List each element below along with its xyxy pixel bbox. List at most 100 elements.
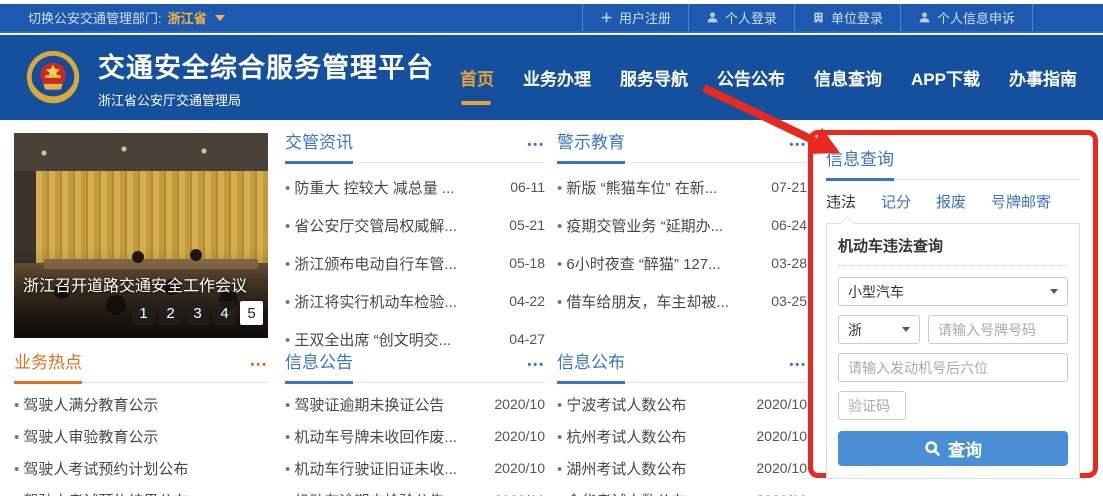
news-item[interactable]: 浙江颁布电动自行车管...05-18 bbox=[285, 244, 545, 282]
news-title[interactable]: 驾驶人考试预约结果公布 bbox=[14, 490, 188, 496]
news-item[interactable]: 驾驶人考试预约结果公布 bbox=[14, 484, 268, 496]
news-list: 防重大 控较大 减总量 ...06-11省公安厅交管局权威解...05-21浙江… bbox=[285, 168, 545, 358]
news-item[interactable]: 驾驶人考试预约计划公布 bbox=[14, 452, 268, 484]
news-title[interactable]: 驾驶人审验教育公示 bbox=[14, 426, 158, 447]
register-label: 用户注册 bbox=[619, 8, 671, 27]
section-title: 信息公告 bbox=[285, 348, 353, 373]
site-subtitle: 浙江省公安厅交通管理局 bbox=[98, 90, 434, 109]
news-date: 2020/10 bbox=[494, 396, 545, 412]
news-item[interactable]: 驾驶人审验教育公示 bbox=[14, 420, 268, 452]
news-item[interactable]: 借车给朋友，车主却被...03-25 bbox=[557, 282, 807, 320]
section-head: 业务热点 ••• bbox=[14, 348, 268, 383]
personal-login-link[interactable]: 个人登录 bbox=[688, 4, 794, 31]
query-form: 机动车违法查询 小型汽车 浙 bbox=[826, 223, 1080, 479]
query-tab[interactable]: 号牌邮寄 bbox=[991, 191, 1051, 212]
news-title[interactable]: 新版 “熊猫车位” 在新... bbox=[557, 177, 717, 198]
news-item[interactable]: 省公安厅交管局权威解...05-21 bbox=[285, 206, 545, 244]
user-icon bbox=[706, 11, 719, 24]
plate-number-input[interactable] bbox=[928, 315, 1068, 344]
main-content: 浙江召开道路交通安全工作会议 12345 交管资讯 ••• 防重大 控较大 减总… bbox=[0, 120, 1103, 496]
news-item[interactable]: 宁波考试人数公布2020/10 bbox=[557, 388, 807, 420]
nav-item[interactable]: APP下载 bbox=[911, 65, 980, 90]
news-title[interactable]: 省公安厅交管局权威解... bbox=[285, 215, 457, 236]
carousel-caption[interactable]: 浙江召开道路交通安全工作会议 bbox=[23, 272, 247, 296]
plate-prefix-select[interactable]: 浙 bbox=[838, 315, 920, 344]
more-link[interactable]: ••• bbox=[250, 359, 268, 373]
photo-ceiling bbox=[14, 133, 268, 171]
news-list: 驾驶证逾期未换证公告2020/10机动车号牌未收回作废...2020/10机动车… bbox=[285, 388, 545, 496]
news-title[interactable]: 机动车逾期未检验公告 bbox=[285, 490, 444, 496]
news-date: 06-11 bbox=[510, 179, 545, 195]
pager-dot[interactable]: 3 bbox=[186, 301, 209, 325]
news-title[interactable]: 疫期交管业务 “延期办... bbox=[557, 215, 723, 236]
news-date: 2020/10 bbox=[756, 460, 807, 476]
news-item[interactable]: 湖州考试人数公布 2020/10 bbox=[557, 452, 807, 484]
register-link[interactable]: 用户注册 bbox=[582, 4, 688, 31]
appeal-link[interactable]: 个人信息申诉 bbox=[900, 4, 1033, 31]
more-link[interactable]: ••• bbox=[789, 359, 807, 373]
news-title[interactable]: 王双全出席 “创文明交... bbox=[285, 329, 451, 350]
news-item[interactable]: 驾驶人满分教育公示 bbox=[14, 388, 268, 420]
nav-item[interactable]: 办事指南 bbox=[1009, 65, 1077, 90]
more-link[interactable]: ••• bbox=[527, 359, 545, 373]
unit-login-link[interactable]: 单位登录 bbox=[794, 4, 900, 31]
news-carousel[interactable]: 浙江召开道路交通安全工作会议 12345 bbox=[14, 133, 268, 338]
captcha-input[interactable] bbox=[838, 391, 906, 420]
query-tab[interactable]: 违法 bbox=[826, 191, 856, 212]
news-item[interactable]: 机动车逾期未检验公告 2020/10 bbox=[285, 484, 545, 496]
news-title[interactable]: 6小时夜查 “醉猫” 127... bbox=[557, 253, 721, 274]
news-title[interactable]: 金华考试人数公布 bbox=[557, 490, 686, 496]
news-item[interactable]: 机动车行驶证旧证未收...2020/10 bbox=[285, 452, 545, 484]
query-tab[interactable]: 记分 bbox=[881, 191, 911, 212]
news-item[interactable]: 疫期交管业务 “延期办... 06-24 bbox=[557, 206, 807, 244]
query-button[interactable]: 查询 bbox=[838, 431, 1068, 466]
news-item[interactable]: 杭州考试人数公布2020/10 bbox=[557, 420, 807, 452]
news-item[interactable]: 金华考试人数公布2020/10 bbox=[557, 484, 807, 496]
plate-prefix-value: 浙 bbox=[848, 320, 862, 340]
news-title[interactable]: 防重大 控较大 减总量 ... bbox=[285, 177, 454, 198]
news-item[interactable]: 防重大 控较大 减总量 ... 06-11 bbox=[285, 168, 545, 206]
nav-item[interactable]: 信息查询 bbox=[814, 65, 882, 90]
news-title[interactable]: 机动车号牌未收回作废... bbox=[285, 426, 457, 447]
info-query-panel: 信息查询 违法记分报废号牌邮寄 机动车违法查询 小型汽车 浙 bbox=[808, 130, 1098, 478]
news-title[interactable]: 湖州考试人数公布 bbox=[557, 458, 686, 479]
news-title[interactable]: 机动车行驶证旧证未收... bbox=[285, 458, 457, 479]
news-title[interactable]: 驾驶证逾期未换证公告 bbox=[285, 394, 444, 415]
news-item[interactable]: 机动车号牌未收回作废...2020/10 bbox=[285, 420, 545, 452]
news-title[interactable]: 杭州考试人数公布 bbox=[557, 426, 686, 447]
nav-item[interactable]: 首页 bbox=[460, 65, 494, 90]
pager-dot[interactable]: 5 bbox=[240, 301, 263, 325]
nav-item[interactable]: 公告公布 bbox=[717, 65, 785, 90]
news-title[interactable]: 驾驶人满分教育公示 bbox=[14, 394, 158, 415]
news-title[interactable]: 驾驶人考试预约计划公布 bbox=[14, 458, 188, 479]
carousel-pager: 12345 bbox=[132, 301, 263, 325]
news-item[interactable]: 新版 “熊猫车位” 在新... 07-21 bbox=[557, 168, 807, 206]
news-item[interactable]: 驾驶证逾期未换证公告 2020/10 bbox=[285, 388, 545, 420]
pager-dot[interactable]: 4 bbox=[213, 301, 236, 325]
vehicle-type-select[interactable]: 小型汽车 bbox=[838, 277, 1068, 306]
nav-item[interactable]: 服务导航 bbox=[620, 65, 688, 90]
news-title[interactable]: 借车给朋友，车主却被... bbox=[557, 291, 729, 312]
news-date: 07-21 bbox=[771, 179, 807, 195]
more-link[interactable]: ••• bbox=[527, 139, 545, 153]
site-title: 交通安全综合服务管理平台 bbox=[98, 46, 434, 85]
engine-number-input[interactable] bbox=[838, 353, 1068, 382]
query-tab[interactable]: 报废 bbox=[936, 191, 966, 212]
news-date: 2020/10 bbox=[494, 492, 545, 496]
region-value[interactable]: 浙江省 bbox=[168, 8, 207, 27]
form-title: 机动车违法查询 bbox=[838, 235, 1068, 256]
police-badge-logo[interactable] bbox=[22, 47, 84, 109]
news-title[interactable]: 浙江将实行机动车检验... bbox=[285, 291, 457, 312]
department-switcher[interactable]: 切换公安交通管理部门: 浙江省 bbox=[0, 8, 225, 27]
pager-dot[interactable]: 2 bbox=[159, 301, 182, 325]
nav-item[interactable]: 业务办理 bbox=[523, 65, 591, 90]
news-item[interactable]: 6小时夜查 “醉猫” 127...03-28 bbox=[557, 244, 807, 282]
news-title[interactable]: 宁波考试人数公布 bbox=[557, 394, 686, 415]
news-item[interactable]: 浙江将实行机动车检验...04-22 bbox=[285, 282, 545, 320]
news-date: 06-24 bbox=[771, 217, 807, 233]
news-title[interactable]: 浙江颁布电动自行车管... bbox=[285, 253, 457, 274]
more-link[interactable]: ••• bbox=[789, 139, 807, 153]
section-head: 警示教育 ••• bbox=[557, 128, 807, 163]
chevron-down-icon bbox=[215, 15, 225, 21]
pager-dot[interactable]: 1 bbox=[132, 301, 155, 325]
